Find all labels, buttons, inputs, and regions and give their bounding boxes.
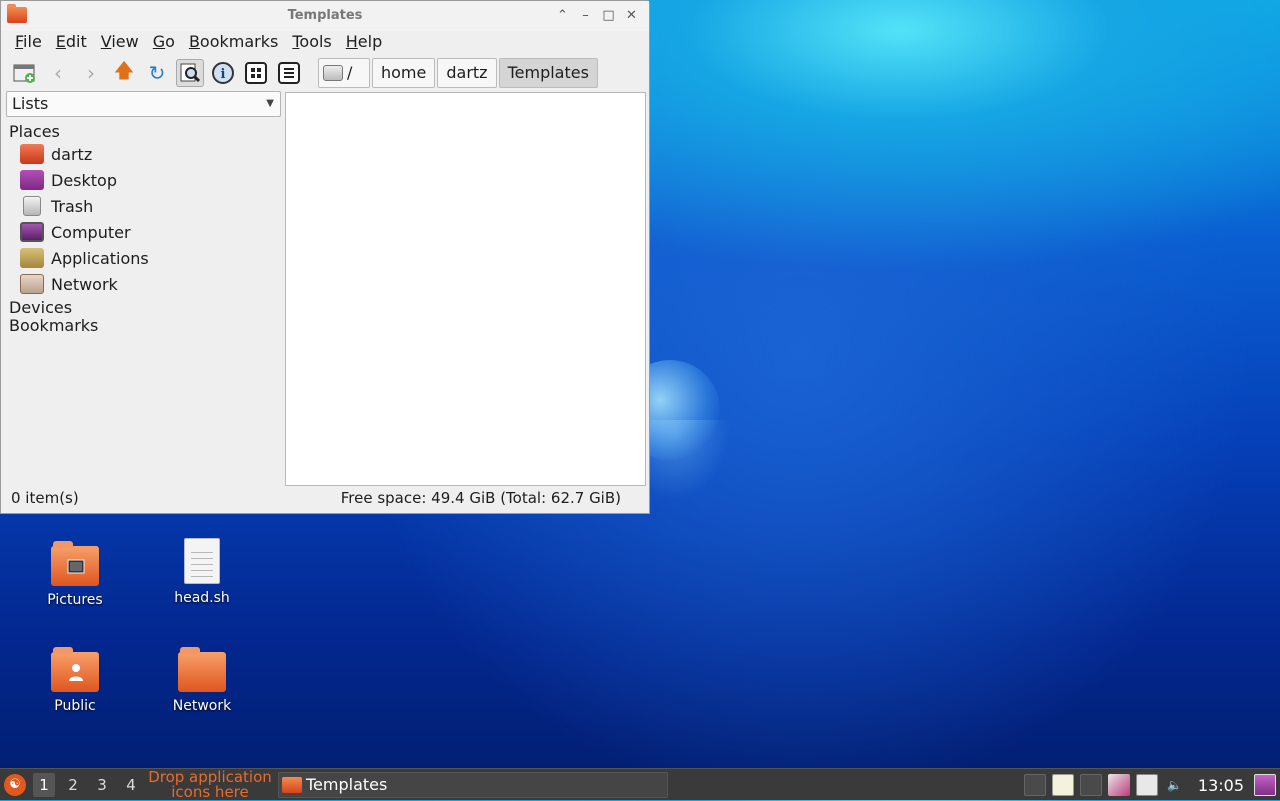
close-button[interactable]: ✕ — [622, 6, 641, 25]
status-bar: 0 item(s) Free space: 49.4 GiB (Total: 6… — [1, 485, 649, 511]
trash-icon — [23, 196, 41, 216]
desktop-icon-public[interactable]: Public — [25, 647, 125, 714]
side-pane: Lists ▼ Places dartz Desktop Trash Compu… — [6, 91, 281, 483]
minimize-button[interactable]: – — [576, 6, 595, 25]
desktop-icon-label: Public — [54, 698, 96, 714]
pictures-folder-icon — [51, 541, 99, 586]
forward-icon[interactable]: › — [77, 59, 105, 87]
menu-view[interactable]: View — [94, 31, 146, 53]
clock[interactable]: 13:05 — [1198, 776, 1244, 795]
public-folder-icon — [51, 647, 99, 692]
info-icon[interactable]: i — [209, 59, 237, 87]
task-label: Templates — [306, 775, 388, 794]
chevron-down-icon: ▼ — [266, 98, 274, 109]
menu-file[interactable]: File — [8, 31, 49, 53]
list-view-icon[interactable] — [275, 59, 303, 87]
clipboard-icon[interactable] — [1051, 774, 1074, 796]
place-label: Desktop — [51, 170, 117, 190]
side-pane-mode-value: Lists — [12, 94, 49, 113]
place-label: Applications — [51, 248, 149, 268]
back-icon[interactable]: ‹ — [44, 59, 72, 87]
system-tray: 🔈 13:05 — [1023, 769, 1280, 801]
breadcrumb-templates[interactable]: Templates — [498, 58, 598, 88]
task-button-templates[interactable]: Templates — [278, 771, 668, 798]
file-list-pane[interactable] — [285, 92, 646, 486]
section-devices[interactable]: Devices — [6, 299, 281, 317]
menu-bookmarks[interactable]: Bookmarks — [182, 31, 285, 53]
place-item-desktop[interactable]: Desktop — [6, 167, 281, 193]
drive-icon — [323, 65, 343, 81]
volume-icon[interactable]: 🔈 — [1163, 774, 1186, 796]
breadcrumb-home[interactable]: home — [372, 58, 436, 88]
place-item-applications[interactable]: Applications — [6, 245, 281, 271]
launcher-drop-zone[interactable]: Drop application icons here — [148, 769, 272, 800]
network-status-icon[interactable] — [1023, 774, 1046, 796]
menu-help[interactable]: Help — [339, 31, 389, 53]
menubar: File Edit View Go Bookmarks Tools Help — [1, 31, 649, 53]
place-label: dartz — [51, 144, 93, 164]
breadcrumb: / home dartz Templates — [318, 58, 598, 88]
new-tab-icon[interactable] — [11, 59, 39, 87]
screenshot-icon[interactable] — [1107, 774, 1130, 796]
menu-go[interactable]: Go — [146, 31, 182, 53]
free-space: Free space: 49.4 GiB (Total: 62.7 GiB) — [340, 489, 621, 507]
folder-icon — [282, 776, 302, 793]
desktop-icon-network[interactable]: Network — [152, 647, 252, 714]
up-icon[interactable]: 🡅 — [110, 58, 138, 87]
titlebar[interactable]: Templates ⌃ – □ ✕ — [1, 1, 649, 31]
file-manager-window[interactable]: Templates ⌃ – □ ✕ File Edit View Go Book… — [0, 0, 650, 514]
icon-view-icon[interactable] — [242, 59, 270, 87]
computer-icon — [20, 222, 44, 242]
toolbar: ‹ › 🡅 ↻ i / home dartz Templates — [1, 53, 649, 93]
network-folder-icon — [178, 647, 226, 692]
side-pane-mode-select[interactable]: Lists ▼ — [6, 91, 281, 117]
show-desktop-icon[interactable] — [1254, 774, 1276, 796]
place-label: Network — [51, 274, 118, 294]
workspace-4[interactable]: 4 — [120, 773, 142, 797]
desktop-icon-head-sh[interactable]: head.sh — [152, 538, 252, 606]
home-folder-icon — [20, 144, 44, 164]
reload-icon[interactable]: ↻ — [143, 59, 171, 87]
breadcrumb-dartz[interactable]: dartz — [437, 58, 497, 88]
desktop-icon-label: Network — [172, 698, 232, 714]
place-item-computer[interactable]: Computer — [6, 219, 281, 245]
breadcrumb-root[interactable]: / — [318, 58, 370, 88]
menu-edit[interactable]: Edit — [49, 31, 94, 53]
workspace-3[interactable]: 3 — [91, 773, 113, 797]
item-count: 0 item(s) — [11, 489, 79, 507]
workspace-1[interactable]: 1 — [33, 772, 55, 797]
desktop-icon-label: head.sh — [174, 590, 230, 606]
place-label: Trash — [51, 196, 94, 216]
place-item-dartz[interactable]: dartz — [6, 141, 281, 167]
svg-text:i: i — [221, 67, 226, 82]
notes-icon[interactable] — [1135, 774, 1158, 796]
desktop-icon-label: Pictures — [47, 592, 103, 608]
keyboard-icon[interactable] — [1079, 774, 1102, 796]
text-file-icon — [184, 538, 220, 584]
jellyfish-tail — [650, 420, 730, 500]
window-title: Templates — [287, 8, 363, 23]
menu-tools[interactable]: Tools — [285, 31, 338, 53]
taskbar: ☯ 1 2 3 4 Drop application icons here Te… — [0, 768, 1280, 800]
place-item-network[interactable]: Network — [6, 271, 281, 297]
breadcrumb-root-label: / — [347, 63, 353, 82]
start-menu-icon[interactable]: ☯ — [4, 773, 26, 796]
workspace-2[interactable]: 2 — [62, 773, 84, 797]
network-icon — [20, 274, 44, 294]
applications-icon — [20, 248, 44, 268]
place-item-trash[interactable]: Trash — [6, 193, 281, 219]
desktop-icon — [20, 170, 44, 190]
desktop-icon-pictures[interactable]: Pictures — [25, 541, 125, 608]
place-label: Computer — [51, 222, 131, 242]
search-icon[interactable] — [176, 59, 204, 87]
shade-button[interactable]: ⌃ — [553, 6, 572, 25]
maximize-button[interactable]: □ — [599, 6, 618, 25]
window-controls: ⌃ – □ ✕ — [553, 6, 641, 25]
section-places[interactable]: Places — [6, 123, 281, 141]
section-bookmarks[interactable]: Bookmarks — [6, 317, 281, 335]
